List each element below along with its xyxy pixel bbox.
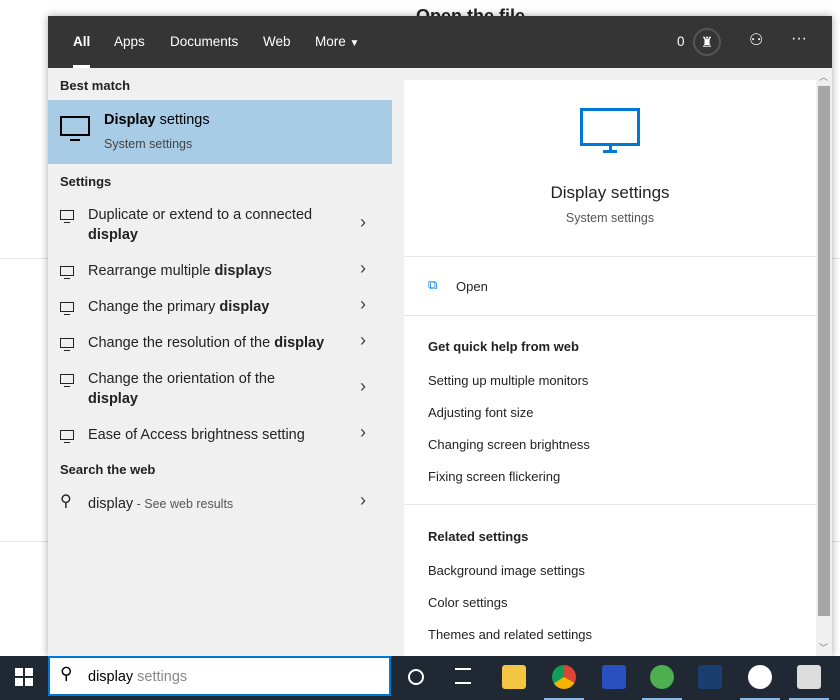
cortana-icon[interactable] bbox=[408, 669, 424, 685]
monitor-icon bbox=[60, 210, 74, 223]
web-suffix: - See web results bbox=[133, 497, 234, 511]
virtualbox-icon[interactable] bbox=[698, 665, 722, 689]
open-button[interactable]: Open bbox=[456, 279, 488, 294]
monitor-icon bbox=[60, 266, 74, 279]
results-list: Best match Display settings System setti… bbox=[48, 68, 392, 656]
monitor-icon bbox=[580, 108, 640, 153]
help-link[interactable]: Adjusting font size bbox=[428, 405, 534, 420]
best-title-rest: settings bbox=[155, 112, 210, 128]
scroll-down-icon[interactable]: ﹀ bbox=[819, 641, 828, 654]
help-link[interactable]: Changing screen brightness bbox=[428, 437, 590, 452]
chevron-right-icon: › bbox=[360, 490, 366, 510]
gimp-icon[interactable] bbox=[797, 665, 821, 689]
search-input[interactable]: ⚲ display settings bbox=[48, 656, 391, 696]
chevron-right-icon: › bbox=[360, 330, 366, 350]
web-result[interactable]: ⚲ display - See web results › bbox=[48, 490, 392, 516]
settings-item[interactable]: Change the primary display › bbox=[48, 294, 392, 320]
points-count: 0 bbox=[677, 34, 685, 49]
item-text: Duplicate or extend to a connected bbox=[88, 207, 313, 223]
header: All Apps Documents Web More ▼ 0 ♜ ⚇ ··· bbox=[48, 16, 832, 68]
monitor-icon bbox=[60, 430, 74, 443]
help-link[interactable]: Fixing screen flickering bbox=[428, 469, 560, 484]
search-suggestion: settings bbox=[133, 669, 188, 685]
task-view-icon[interactable] bbox=[455, 668, 471, 684]
tab-more-label: More bbox=[315, 34, 346, 49]
chevron-right-icon: › bbox=[360, 258, 366, 278]
item-bold: display bbox=[214, 263, 265, 279]
divider bbox=[404, 315, 816, 316]
scroll-up-icon[interactable]: ︿ bbox=[819, 70, 828, 83]
tab-more[interactable]: More ▼ bbox=[315, 16, 359, 68]
search-icon: ⚲ bbox=[60, 664, 73, 683]
monitor-icon bbox=[60, 338, 74, 351]
remote-desktop-icon[interactable] bbox=[602, 665, 626, 689]
file-explorer-icon[interactable] bbox=[502, 665, 526, 689]
preview-subtitle: System settings bbox=[565, 211, 655, 225]
preview-pane: Display settings System settings ⧉ Open … bbox=[404, 80, 816, 656]
item-text: Change the primary bbox=[88, 299, 220, 315]
related-heading: Related settings bbox=[428, 529, 529, 544]
preview-title: Display settings bbox=[550, 183, 670, 202]
item-bold: display bbox=[274, 335, 325, 351]
related-link[interactable]: Themes and related settings bbox=[428, 627, 592, 642]
chevron-right-icon: › bbox=[360, 294, 366, 314]
item-text: s bbox=[264, 263, 272, 279]
search-icon: ⚲ bbox=[60, 493, 72, 510]
trophy-icon[interactable]: ♜ bbox=[693, 28, 721, 56]
item-bold: display bbox=[219, 299, 270, 315]
best-match-heading: Best match bbox=[60, 78, 131, 93]
settings-item[interactable]: Rearrange multiple displays › bbox=[48, 258, 392, 284]
chevron-right-icon: › bbox=[360, 376, 366, 396]
settings-item[interactable]: Ease of Access brightness setting › bbox=[48, 422, 392, 448]
scrollbar-thumb[interactable] bbox=[818, 86, 830, 616]
scrollbar[interactable]: ︿ ﹀ bbox=[816, 68, 832, 656]
item-bold: display bbox=[88, 227, 138, 243]
settings-item[interactable]: Change the orientation of the display › bbox=[48, 368, 392, 412]
chevron-right-icon: › bbox=[360, 422, 366, 442]
more-icon[interactable]: ··· bbox=[791, 30, 807, 48]
open-icon: ⧉ bbox=[428, 277, 438, 292]
search-typed: display bbox=[88, 669, 134, 685]
settings-item[interactable]: Change the resolution of the display › bbox=[48, 330, 392, 356]
monitor-icon bbox=[60, 374, 74, 387]
tab-documents[interactable]: Documents bbox=[170, 16, 238, 68]
item-bold: display bbox=[88, 391, 138, 407]
help-heading: Get quick help from web bbox=[428, 339, 579, 354]
item-text: Change the orientation of the bbox=[88, 371, 276, 387]
slack-icon[interactable] bbox=[748, 665, 772, 689]
app-globe-icon[interactable] bbox=[650, 665, 674, 689]
feedback-icon[interactable]: ⚇ bbox=[749, 30, 763, 50]
tab-apps[interactable]: Apps bbox=[114, 16, 145, 68]
monitor-icon bbox=[60, 116, 90, 141]
help-link[interactable]: Setting up multiple monitors bbox=[428, 373, 588, 388]
best-match-item[interactable]: Display settings System settings bbox=[48, 100, 392, 164]
windows-start-icon[interactable] bbox=[15, 668, 33, 686]
related-link[interactable]: Color settings bbox=[428, 595, 507, 610]
settings-item[interactable]: Duplicate or extend to a connected displ… bbox=[48, 204, 392, 248]
monitor-icon bbox=[60, 302, 74, 315]
divider bbox=[404, 504, 816, 505]
web-heading: Search the web bbox=[60, 462, 156, 477]
caret-down-icon: ▼ bbox=[349, 38, 360, 49]
chrome-icon[interactable] bbox=[552, 665, 576, 689]
search-panel: All Apps Documents Web More ▼ 0 ♜ ⚇ ··· … bbox=[48, 16, 832, 656]
tab-all[interactable]: All bbox=[73, 16, 91, 68]
web-query: display bbox=[88, 496, 134, 512]
divider bbox=[404, 256, 816, 257]
best-subtitle: System settings bbox=[104, 137, 193, 151]
chevron-right-icon: › bbox=[360, 212, 366, 232]
taskbar: ⚲ display settings bbox=[0, 656, 840, 700]
item-text: Rearrange multiple bbox=[88, 263, 215, 279]
tab-web[interactable]: Web bbox=[263, 16, 291, 68]
related-link[interactable]: Background image settings bbox=[428, 563, 585, 578]
best-title-bold: Display bbox=[104, 112, 156, 128]
item-text: Ease of Access brightness setting bbox=[88, 427, 305, 443]
item-text: Change the resolution of the bbox=[88, 335, 275, 351]
settings-heading: Settings bbox=[60, 174, 112, 189]
